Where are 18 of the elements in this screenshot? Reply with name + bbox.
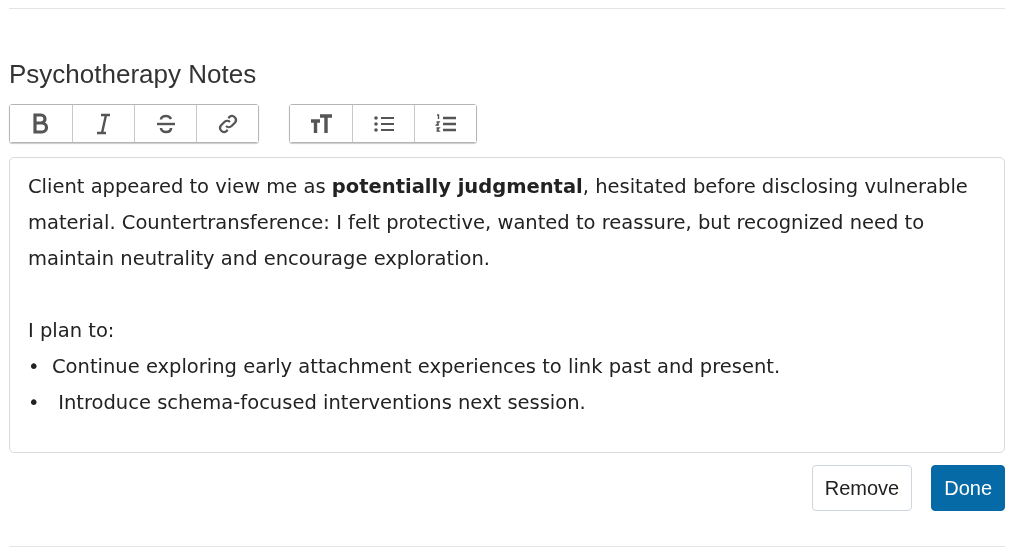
- bulleted-list-button[interactable]: [352, 105, 414, 142]
- notes-editor[interactable]: [9, 157, 1005, 453]
- bold-button[interactable]: [10, 105, 72, 142]
- italic-button[interactable]: [72, 105, 134, 142]
- done-button[interactable]: Done: [931, 465, 1005, 511]
- section-title: Psychotherapy Notes: [9, 59, 258, 90]
- bullet-marker: •: [28, 354, 41, 380]
- bullet-marker: •: [28, 390, 41, 416]
- remove-button[interactable]: Remove: [811, 465, 913, 511]
- note-paragraph: Client appeared to view me as potentially judgmental, hesitated before disclosing vulnerable material. Countertransference: I felt protective, wanted to reassure, but recognized need to maintain neutrality and encourage exploration.: [28, 174, 969, 272]
- bullet-text: Introduce schema-focused interventions next session.: [57, 390, 586, 416]
- bullet-text: Continue exploring early attachment experiences to link past and present.: [52, 354, 781, 380]
- link-button[interactable]: [196, 105, 258, 142]
- text-size-icon: [309, 111, 333, 136]
- note-paragraph: I plan to:: [28, 318, 116, 344]
- text-size-button[interactable]: [290, 105, 352, 142]
- strikethrough-button[interactable]: [134, 105, 196, 142]
- numbered-list-button[interactable]: [414, 105, 476, 142]
